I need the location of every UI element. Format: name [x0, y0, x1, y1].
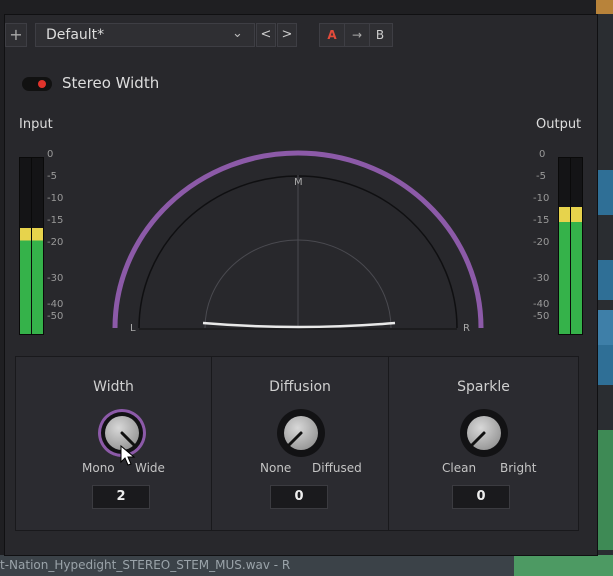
diffusion-label: Diffusion: [269, 379, 331, 395]
diffusion-max-label: Diffused: [312, 461, 362, 475]
scale-tick: -50: [533, 311, 550, 322]
chevron-down-icon: ⌄: [232, 26, 243, 41]
stereo-width-plugin-window: + Default* ⌄ < > A → B Stereo Width Inpu…: [4, 14, 598, 556]
preset-name: Default*: [46, 27, 105, 43]
output-meter-right-level: [571, 207, 582, 334]
scale-tick: -30: [533, 273, 550, 284]
output-meter-right: [570, 157, 583, 335]
diffusion-value-field[interactable]: 0: [270, 485, 328, 509]
sparkle-min-label: Clean: [442, 461, 477, 475]
width-control-section: Width Mono Wide 2: [15, 356, 212, 531]
sparkle-knob[interactable]: [460, 409, 508, 457]
copy-a-to-b-button[interactable]: →: [344, 24, 370, 46]
stereo-field-scope: M L R: [112, 150, 484, 334]
width-max-label: Wide: [135, 461, 165, 475]
diffusion-knob[interactable]: [277, 409, 325, 457]
input-meter-left-level: [20, 228, 31, 334]
add-preset-button[interactable]: +: [5, 23, 27, 47]
timeline-clip: [514, 555, 613, 576]
power-indicator-icon: [38, 80, 46, 88]
control-panels: Width Mono Wide 2 Diffusion None Diffuse…: [15, 356, 579, 531]
ab-b-button[interactable]: B: [368, 24, 392, 46]
input-label: Input: [19, 117, 53, 132]
next-preset-button[interactable]: >: [277, 23, 297, 47]
scale-tick: -10: [47, 193, 64, 204]
diffusion-control-section: Diffusion None Diffused 0: [211, 356, 389, 531]
scope-mid-label: M: [294, 177, 303, 188]
width-value-field[interactable]: 2: [92, 485, 150, 509]
scale-tick: -10: [533, 193, 550, 204]
mouse-cursor-icon: [120, 445, 136, 466]
ab-a-button[interactable]: A: [320, 24, 344, 46]
scale-tick: 0: [539, 149, 546, 160]
scale-tick: -50: [47, 311, 64, 322]
scale-tick: -20: [47, 237, 64, 248]
timeline-background-strip: [596, 0, 613, 576]
sparkle-max-label: Bright: [500, 461, 537, 475]
preset-toolbar: + Default* ⌄ < > A → B: [5, 23, 597, 49]
sparkle-control-section: Sparkle Clean Bright 0: [388, 356, 579, 531]
sparkle-value-field[interactable]: 0: [452, 485, 510, 509]
diffusion-min-label: None: [260, 461, 292, 475]
scale-tick: -40: [47, 299, 64, 310]
input-meter-right: [31, 157, 44, 335]
ab-compare-group: A → B: [319, 23, 393, 47]
scale-tick: -30: [47, 273, 64, 284]
scale-tick: -15: [47, 215, 64, 226]
scale-tick: -5: [47, 171, 57, 182]
timeline-clip-label: t-Nation_Hypedight_STEREO_STEM_MUS.wav -…: [0, 558, 291, 572]
output-label: Output: [536, 117, 582, 132]
plugin-title: Stereo Width: [62, 74, 160, 92]
scale-tick: -20: [533, 237, 550, 248]
previous-preset-button[interactable]: <: [256, 23, 276, 47]
width-min-label: Mono: [82, 461, 115, 475]
preset-dropdown[interactable]: Default* ⌄: [35, 23, 255, 47]
timeline-clip-bar: t-Nation_Hypedight_STEREO_STEM_MUS.wav -…: [0, 555, 613, 576]
plugin-enable-toggle[interactable]: [22, 77, 52, 91]
input-meter-right-level: [32, 228, 43, 334]
scale-tick: 0: [47, 149, 54, 160]
scope-right-label: R: [463, 323, 470, 334]
scale-tick: -5: [536, 171, 546, 182]
scale-tick: -15: [533, 215, 550, 226]
output-meter-left-level: [559, 207, 570, 334]
scale-tick: -40: [533, 299, 550, 310]
sparkle-label: Sparkle: [457, 379, 510, 395]
scope-left-label: L: [130, 323, 136, 334]
signal-trace: [202, 321, 396, 329]
width-label: Width: [93, 379, 134, 395]
